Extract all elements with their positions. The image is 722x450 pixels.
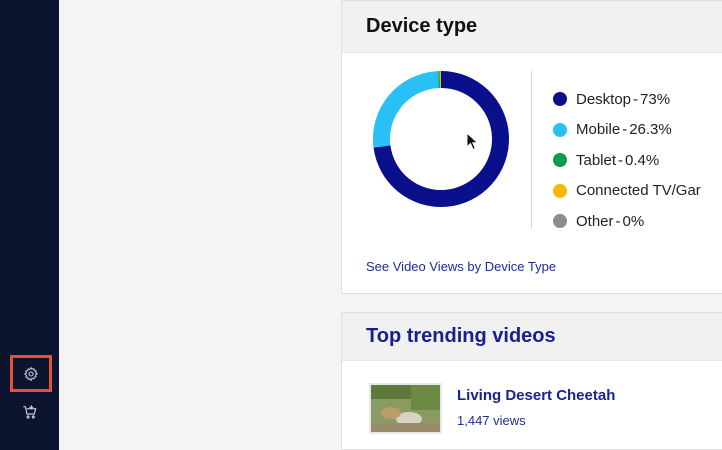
legend-item-tablet: Tablet -0.4% [553, 145, 705, 176]
top-trending-card: Top trending videos Living Desert Cheeta… [341, 312, 722, 450]
legend-label: Tablet [576, 151, 617, 169]
legend-value: 0% [622, 212, 645, 230]
legend-divider [531, 71, 532, 229]
thumbnail-image [371, 385, 440, 432]
legend-item-desktop: Desktop -73% [553, 84, 705, 115]
settings-button[interactable] [10, 355, 52, 392]
legend-label: Other [576, 212, 614, 230]
legend-separator: - [618, 151, 624, 169]
donut-slice-mobile [373, 71, 439, 148]
legend-color-dot [553, 92, 567, 107]
legend-item-other: Other -0% [553, 206, 705, 237]
sidebar [0, 0, 59, 450]
legend-value: 26.3% [629, 121, 672, 139]
legend-color-dot [553, 153, 567, 168]
legend-color-dot [553, 214, 567, 229]
device-type-header: Device type [342, 1, 722, 53]
legend-label: Desktop [576, 90, 632, 108]
cart-icon [23, 405, 37, 419]
device-donut-chart [373, 71, 509, 207]
cart-button[interactable] [17, 400, 43, 424]
video-views: 1,447 views [457, 413, 526, 428]
device-legend: Desktop -73% Mobile -26.3% Tablet -0.4% Connec… [553, 84, 705, 237]
legend-value: 0.4% [625, 151, 660, 169]
content-background [59, 0, 341, 450]
device-type-card: Device type Desktop -73% Mobile -26.3% Table… [341, 0, 722, 294]
video-title-link[interactable]: Living Desert Cheetah [457, 387, 615, 404]
video-thumbnail[interactable] [369, 383, 442, 434]
legend-separator: - [615, 212, 621, 230]
mouse-cursor-icon [466, 132, 479, 151]
legend-separator: - [622, 121, 628, 139]
see-video-views-link[interactable]: See Video Views by Device Type [366, 259, 556, 274]
top-trending-title: Top trending videos [366, 325, 556, 347]
gear-icon [23, 366, 39, 381]
legend-color-dot [553, 183, 567, 198]
top-trending-header: Top trending videos [342, 313, 722, 361]
legend-label: Connected TV/Gar [576, 182, 701, 200]
legend-item-connected-tv-gar: Connected TV/Gar [553, 176, 705, 207]
legend-color-dot [553, 122, 567, 137]
legend-separator: - [633, 90, 639, 108]
legend-item-mobile: Mobile -26.3% [553, 115, 705, 146]
legend-value: 73% [640, 90, 671, 108]
device-type-title: Device type [366, 15, 478, 37]
legend-label: Mobile [576, 121, 621, 139]
